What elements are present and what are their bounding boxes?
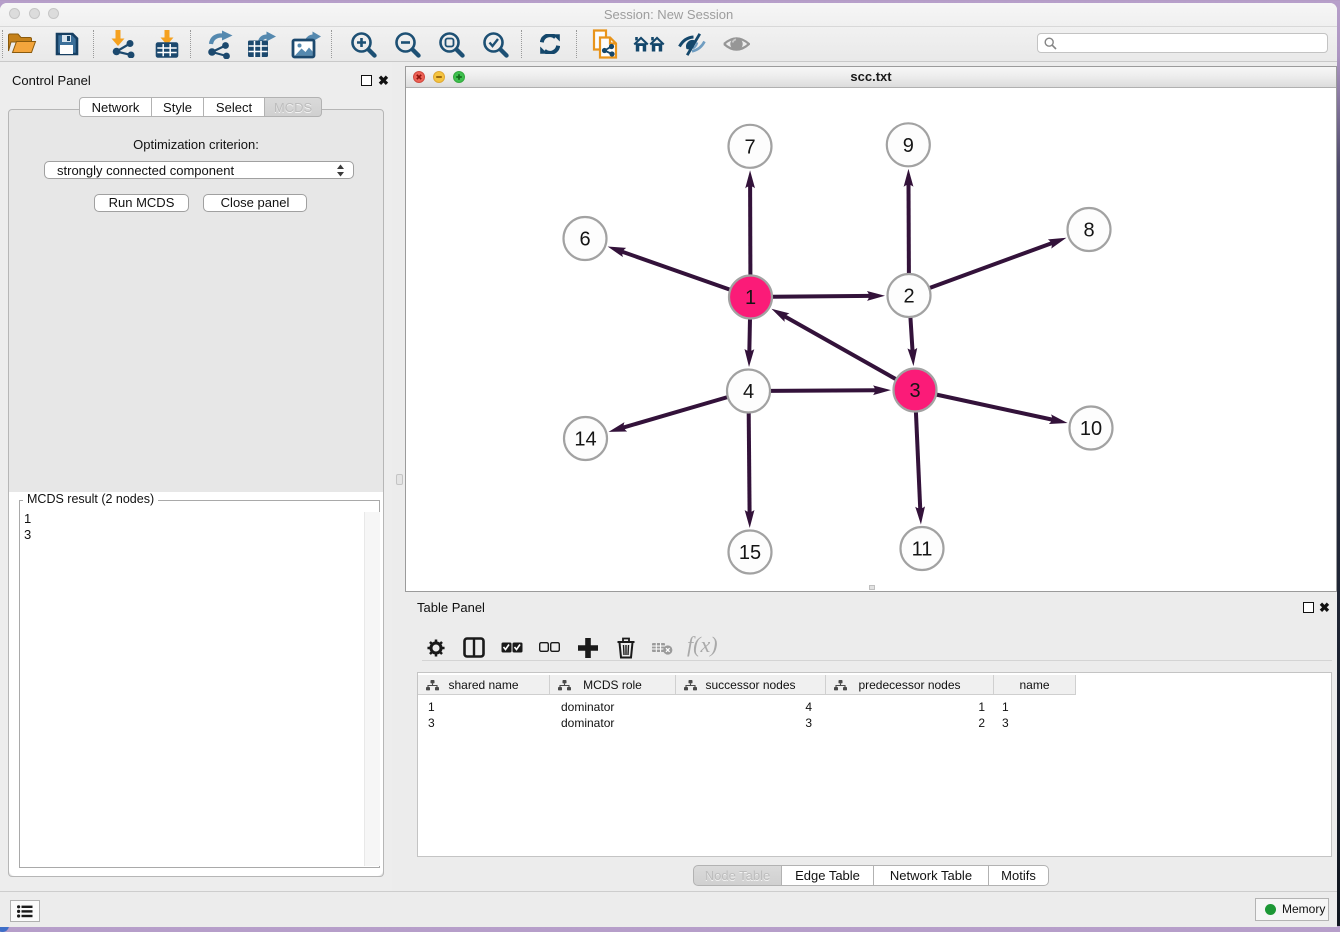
svg-text:7: 7 [744, 136, 755, 158]
svg-text:6: 6 [579, 229, 590, 251]
svg-text:14: 14 [574, 429, 596, 451]
svg-text:10: 10 [1080, 418, 1102, 440]
svg-text:2: 2 [903, 286, 914, 308]
svg-text:1: 1 [745, 287, 756, 309]
svg-text:4: 4 [743, 381, 754, 403]
svg-text:9: 9 [903, 135, 914, 157]
svg-text:3: 3 [909, 380, 920, 402]
svg-text:15: 15 [739, 542, 761, 564]
svg-text:11: 11 [912, 539, 933, 561]
svg-text:8: 8 [1083, 220, 1094, 242]
